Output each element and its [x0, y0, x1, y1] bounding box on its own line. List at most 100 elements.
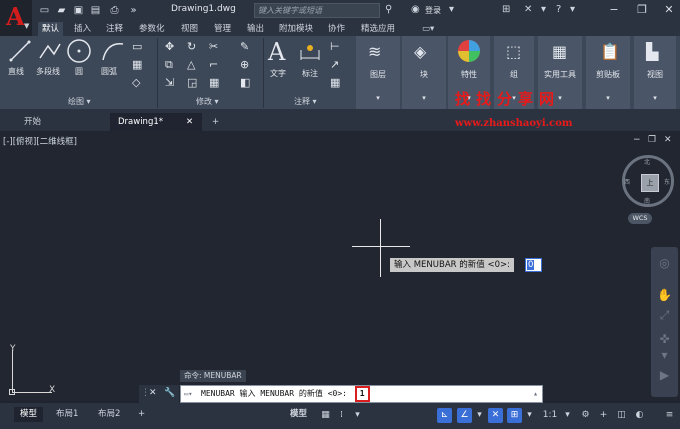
cart-icon[interactable]: ⊞ — [502, 4, 510, 15]
block-group[interactable]: ◈ 块 ▾ — [402, 36, 446, 109]
ortho-icon[interactable]: ⊾ — [437, 408, 452, 423]
text-icon[interactable]: A — [268, 38, 285, 66]
units-icon[interactable]: ◫ — [614, 408, 629, 423]
circle-tool[interactable] — [66, 38, 92, 67]
steering-wheel-icon[interactable]: ◎ — [656, 255, 673, 272]
draw-panel-title[interactable]: 绘图 ▾ — [68, 96, 91, 107]
drawing-canvas[interactable]: [-][俯视][二维线框] − ❐ ✕ 输入 MENUBAR 的新值 <0>: … — [0, 131, 680, 401]
osnap-icon[interactable]: ⊞ — [507, 408, 522, 423]
tab-featured-apps[interactable]: 精选应用 — [357, 22, 399, 36]
tab-model[interactable]: 模型 — [14, 407, 44, 422]
tab-manage[interactable]: 管理 — [210, 22, 235, 36]
tab-view[interactable]: 视图 — [177, 22, 202, 36]
viewcube-top-face[interactable]: 上 — [641, 174, 659, 192]
dimension-tool[interactable] — [299, 40, 321, 65]
leader-icon[interactable]: ↗ — [330, 58, 339, 71]
save-as-icon[interactable]: ▤ — [89, 4, 102, 17]
autodesk-a360-icon[interactable]: ✕ — [524, 4, 532, 15]
pan-icon[interactable]: ✋ — [656, 287, 673, 304]
mirror-icon[interactable]: △ — [187, 58, 195, 71]
array-icon[interactable]: ▦ — [209, 76, 219, 89]
application-menu-button[interactable]: A ▼ — [0, 0, 32, 36]
ribbon-toggle-icon[interactable]: ▭▾ — [418, 22, 438, 36]
user-icon[interactable]: ◉ — [411, 4, 420, 15]
scale-dropdown-icon[interactable]: ▾ — [560, 408, 575, 423]
polyline-label[interactable]: 多段线 — [36, 66, 60, 77]
new-file-icon[interactable]: ▭ — [38, 4, 51, 17]
tab-annotate[interactable]: 注释 — [102, 22, 127, 36]
help-icon[interactable]: ? — [556, 4, 561, 15]
print-icon[interactable]: ⎙ — [108, 4, 121, 17]
help-options-icon[interactable]: ▾ — [570, 4, 575, 15]
layers-group[interactable]: ≋ 图层 ▾ — [356, 36, 400, 109]
close-button[interactable]: ✕ — [661, 2, 677, 18]
tab-layout1[interactable]: 布局1 — [50, 407, 84, 422]
line-label[interactable]: 直线 — [8, 66, 24, 77]
search-input[interactable]: 键入关键字或短语 — [254, 3, 380, 18]
customization-icon[interactable]: ≡ — [662, 408, 677, 423]
wcs-menu[interactable]: WCS — [628, 213, 652, 224]
zoom-extents-icon[interactable]: ⤢ — [656, 307, 673, 324]
offset-icon[interactable]: ◧ — [240, 76, 250, 89]
new-tab-button[interactable]: + — [208, 113, 219, 131]
annotation-scale[interactable]: 1:1 — [540, 408, 560, 423]
move-icon[interactable]: ✥ — [165, 40, 174, 53]
polyline-tool[interactable] — [38, 40, 62, 65]
boundary-icon[interactable]: ◇ — [132, 76, 140, 89]
annotation-monitor-icon[interactable]: + — [596, 408, 611, 423]
open-folder-icon[interactable]: ▰ — [55, 4, 68, 17]
viewcube-east[interactable]: 东 — [664, 177, 670, 186]
viewcube-west[interactable]: 西 — [624, 177, 630, 186]
erase-icon[interactable]: ✎ — [240, 40, 249, 53]
text-label[interactable]: 文字 — [270, 68, 286, 79]
tab-insert[interactable]: 插入 — [70, 22, 95, 36]
customize-icon[interactable]: 🔧 — [164, 388, 175, 398]
isodraft-icon[interactable]: ✕ — [488, 408, 503, 423]
tab-addins[interactable]: 附加模块 — [275, 22, 317, 36]
tab-layout2[interactable]: 布局2 — [92, 407, 126, 422]
grid-icon[interactable]: ▦ — [318, 408, 333, 423]
tab-parametric[interactable]: 参数化 — [135, 22, 169, 36]
orbit-icon[interactable]: ✜ — [656, 331, 673, 348]
command-dropdown-icon[interactable]: ▭▾ — [184, 386, 192, 402]
login-link[interactable]: 登录 — [425, 5, 441, 16]
tab-output[interactable]: 输出 — [243, 22, 268, 36]
more-tools-icon[interactable]: » — [127, 4, 140, 17]
command-input[interactable]: ▭▾ MENUBAR 输入 MENUBAR 的新值 <0>: 1 ▴ — [180, 385, 543, 403]
explode-icon[interactable]: ⊕ — [240, 58, 249, 71]
orbit-dropdown-icon[interactable]: ▾ — [656, 347, 673, 364]
viewcube[interactable]: 上 北 南 西 东 — [622, 155, 674, 207]
close-icon[interactable]: ✕ — [149, 388, 157, 398]
circle-label[interactable]: 圆 — [75, 66, 83, 77]
tab-collaborate[interactable]: 协作 — [324, 22, 349, 36]
viewcube-north[interactable]: 北 — [644, 157, 650, 166]
restore-button[interactable]: ❐ — [634, 2, 650, 18]
binoculars-icon[interactable]: ⚲ — [385, 4, 392, 15]
rotate-icon[interactable]: ↻ — [187, 40, 196, 53]
save-icon[interactable]: ▣ — [72, 4, 85, 17]
stretch-icon[interactable]: ⇲ — [165, 76, 174, 89]
viewcube-south[interactable]: 南 — [644, 196, 650, 205]
linear-dim-icon[interactable]: ⊢ — [330, 40, 340, 53]
snap-icon[interactable]: ⁞ — [334, 408, 349, 423]
modify-panel-title[interactable]: 修改 ▾ — [196, 96, 219, 107]
tab-drawing1[interactable]: Drawing1* ✕ — [110, 113, 202, 131]
close-viewport-icon[interactable]: ✕ — [664, 135, 672, 145]
clipboard-group[interactable]: 📋 剪贴板 ▾ — [586, 36, 630, 109]
command-value[interactable]: 1 — [354, 386, 370, 402]
osnap-dropdown-icon[interactable]: ▾ — [522, 408, 537, 423]
minimize-button[interactable]: − — [606, 2, 622, 18]
hatch-icon[interactable]: ▦ — [132, 58, 142, 71]
arc-label[interactable]: 圆弧 — [101, 66, 117, 77]
trim-icon[interactable]: ✂ — [209, 40, 218, 53]
command-history-toggle-icon[interactable]: ▴ — [533, 386, 538, 402]
minimize-viewport-icon[interactable]: − — [633, 135, 641, 145]
line-tool[interactable] — [9, 40, 31, 65]
polar-icon[interactable]: ∠ — [457, 408, 472, 423]
dynamic-input-field[interactable]: 0 — [525, 258, 542, 272]
model-space-button[interactable]: 模型 — [284, 407, 313, 422]
snap-dropdown-icon[interactable]: ▾ — [350, 408, 365, 423]
showmotion-icon[interactable]: ▶ — [656, 367, 673, 384]
workspace-icon[interactable]: ⚙ — [578, 408, 593, 423]
close-icon[interactable]: ✕ — [186, 113, 193, 131]
